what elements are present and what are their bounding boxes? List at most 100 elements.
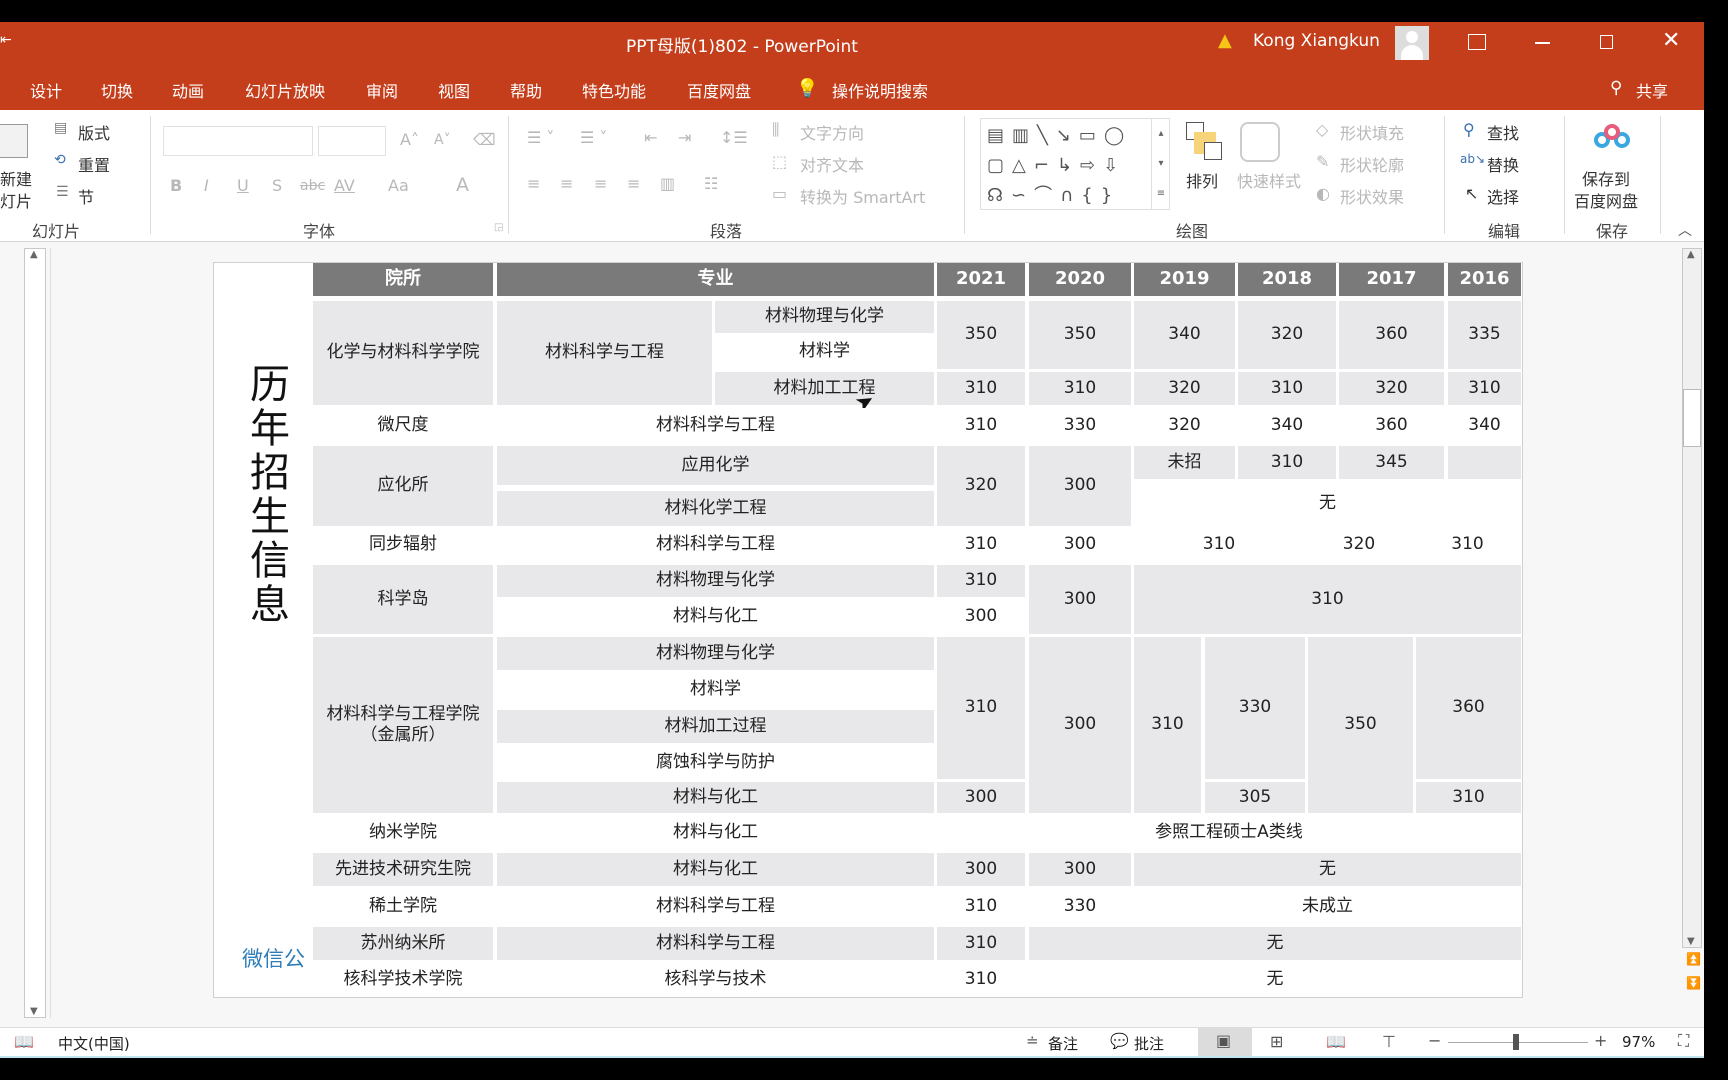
shape-effects-button[interactable]: 形状效果 (1340, 184, 1404, 208)
font-color-button[interactable]: A (456, 174, 469, 196)
close-icon[interactable]: ✕ (1662, 28, 1680, 53)
bold-button[interactable]: B (170, 176, 182, 195)
tab-animations[interactable]: 动画 (172, 78, 204, 102)
score-cell-merged: 参照工程硕士A类线 (937, 816, 1521, 850)
font-size-select[interactable] (318, 126, 386, 156)
tab-view[interactable]: 视图 (438, 78, 470, 102)
slide-sorter-icon[interactable]: ⊞ (1270, 1032, 1283, 1051)
select-button[interactable]: 选择 (1487, 184, 1519, 208)
score-cell: 300 (1029, 853, 1131, 886)
zoom-out-button[interactable]: − (1428, 1031, 1441, 1050)
align-right-icon[interactable]: ≡ (594, 174, 607, 193)
bullets-icon[interactable]: ☰ ˅ (527, 128, 554, 147)
fit-to-window-icon[interactable]: ⛶ (1678, 1031, 1689, 1051)
italic-button[interactable]: I (204, 176, 209, 195)
shape-fill-button[interactable]: 形状填充 (1340, 120, 1404, 144)
save-baidu-line1[interactable]: 保存到 (1582, 166, 1630, 190)
group-label-paragraph: 段落 (710, 222, 743, 241)
shadow-button[interactable]: S (272, 176, 282, 195)
line-spacing-icon[interactable]: ↕☰ (720, 128, 748, 147)
scroll-down-icon[interactable]: ▼ (1687, 936, 1695, 947)
previous-slide-icon[interactable]: ⏫ (1686, 952, 1701, 966)
score-cell: 310 (1134, 637, 1201, 813)
align-left-icon[interactable]: ≡ (527, 174, 540, 193)
scroll-down-icon[interactable]: ▼ (30, 1006, 38, 1017)
score-cell: 320 (1238, 301, 1336, 369)
zoom-in-button[interactable]: + (1594, 1031, 1607, 1050)
avatar[interactable] (1395, 26, 1429, 60)
align-center-icon[interactable]: ≡ (560, 174, 573, 193)
new-slide-label-1[interactable]: 新建 (0, 166, 32, 190)
char-spacing-button[interactable]: AV (334, 176, 355, 195)
scroll-up-icon[interactable]: ▲ (30, 249, 38, 260)
user-name[interactable]: Kong Xiangkun (1253, 31, 1380, 51)
zoom-level[interactable]: 97% (1622, 1033, 1655, 1051)
distributed-icon[interactable]: ▥ (660, 174, 675, 193)
institute-cell: 先进技术研究生院 (313, 853, 493, 886)
new-slide-label-2[interactable]: 灯片 (0, 188, 32, 212)
tab-review[interactable]: 审阅 (366, 78, 398, 102)
tab-features[interactable]: 特色功能 (582, 78, 646, 102)
tab-transitions[interactable]: 切换 (101, 78, 133, 102)
new-slide-icon[interactable] (0, 124, 28, 158)
scroll-up-icon[interactable]: ▲ (1687, 249, 1695, 260)
comments-button[interactable]: 批注 (1134, 1033, 1164, 1054)
tab-slideshow[interactable]: 幻灯片放映 (245, 78, 325, 102)
ribbon-display-icon[interactable] (1468, 34, 1486, 50)
reading-view-icon[interactable]: 📖 (1326, 1032, 1346, 1051)
align-text-button[interactable]: 对齐文本 (800, 152, 864, 176)
tell-me-search[interactable]: 操作说明搜索 (832, 78, 928, 102)
layout-button[interactable]: 版式 (78, 120, 110, 144)
arrange-button[interactable]: 排列 (1186, 168, 1218, 192)
strikethrough-button[interactable]: abc (300, 178, 325, 194)
clear-format-icon[interactable]: ⌫ (473, 130, 496, 149)
minimize-icon[interactable] (1535, 42, 1550, 44)
underline-button[interactable]: U (237, 176, 249, 195)
vertical-scrollbar[interactable]: ▲ ▼ (1682, 248, 1702, 948)
text-direction-button[interactable]: 文字方向 (800, 120, 864, 144)
warning-icon[interactable]: ▲ (1218, 30, 1232, 51)
lightbulb-icon[interactable]: 💡 (796, 78, 818, 99)
dialog-launcher-icon[interactable]: ◲ (494, 222, 503, 233)
replace-button[interactable]: 替换 (1487, 152, 1519, 176)
smartart-button[interactable]: 转换为 SmartArt (800, 184, 925, 208)
decrease-indent-icon[interactable]: ⇤ (644, 128, 657, 147)
spellcheck-icon[interactable]: 📖 (14, 1032, 34, 1051)
restore-icon[interactable] (1600, 35, 1613, 49)
share-button[interactable]: 共享 (1636, 78, 1668, 102)
section-button[interactable]: 节 (78, 184, 94, 208)
quick-access-icon[interactable]: ⇤ (0, 32, 12, 48)
collapse-ribbon-icon[interactable]: ︿ (1678, 220, 1692, 240)
normal-view-button[interactable]: ▣ (1198, 1028, 1252, 1057)
numbering-icon[interactable]: ☰ ˅ (580, 128, 607, 147)
language-indicator[interactable]: 中文(中国) (58, 1033, 130, 1054)
shrink-font-icon[interactable]: A˅ (434, 132, 451, 148)
columns-icon[interactable]: ☷ (704, 174, 718, 193)
institute-cell: 同步辐射 (313, 528, 493, 562)
zoom-slider-thumb[interactable] (1512, 1034, 1519, 1050)
slideshow-icon[interactable]: ⊤ (1382, 1032, 1396, 1051)
shape-outline-button[interactable]: 形状轮廓 (1340, 152, 1404, 176)
grow-font-icon[interactable]: A˄ (400, 130, 419, 149)
tab-help[interactable]: 帮助 (510, 78, 542, 102)
notes-button[interactable]: 备注 (1048, 1033, 1078, 1054)
find-button[interactable]: 查找 (1487, 120, 1519, 144)
justify-icon[interactable]: ≡ (627, 174, 640, 193)
tab-baidu[interactable]: 百度网盘 (687, 78, 751, 102)
shapes-gallery[interactable]: ▤▥╲↘▭◯ ▢△⌐↳⇨⇩ ☊∽⌒∩{} ▴ ▾ ≡ (980, 118, 1170, 210)
share-person-icon[interactable]: ⚲ (1610, 78, 1622, 98)
increase-indent-icon[interactable]: ⇥ (678, 128, 691, 147)
scrollbar-thumb[interactable] (1683, 389, 1701, 447)
sub-major-cell: 材料物理与化学 (715, 301, 934, 333)
tab-design[interactable]: 设计 (30, 78, 62, 102)
quick-styles-button[interactable]: 快速样式 (1237, 168, 1301, 192)
window-title: PPT母版(1)802 - PowerPoint (626, 37, 858, 57)
score-cell: 300 (1029, 637, 1131, 813)
change-case-button[interactable]: Aa (388, 176, 409, 195)
save-baidu-line2[interactable]: 百度网盘 (1574, 188, 1638, 212)
next-slide-icon[interactable]: ⏬ (1686, 976, 1701, 990)
font-name-select[interactable] (163, 126, 313, 156)
thumbnail-scrollbar[interactable]: ▲ ▼ (24, 248, 46, 1018)
reset-button[interactable]: 重置 (78, 152, 110, 176)
score-cell: 300 (937, 782, 1025, 813)
